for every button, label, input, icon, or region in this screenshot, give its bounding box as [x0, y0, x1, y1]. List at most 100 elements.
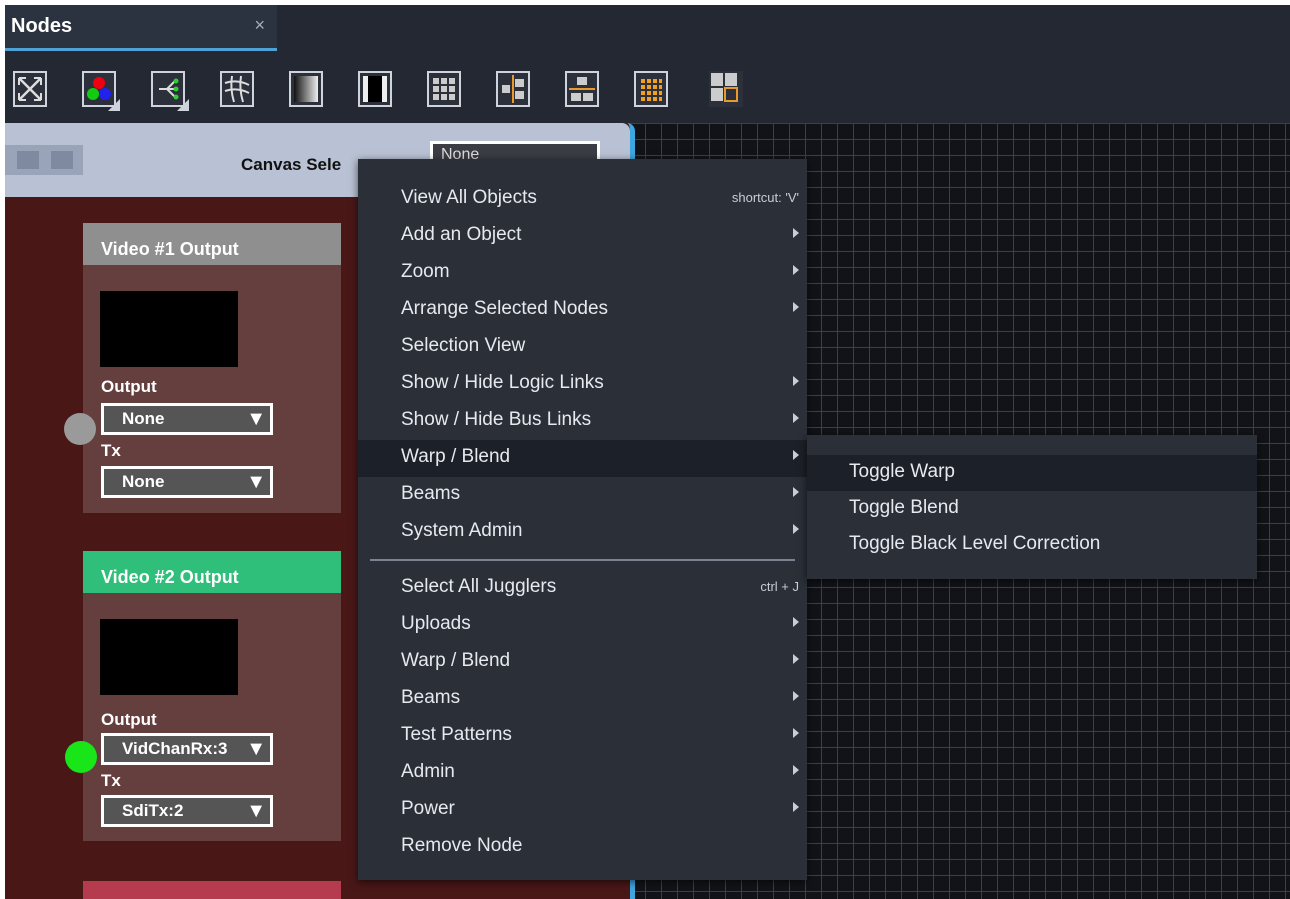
chevron-right-icon [793, 228, 799, 238]
chevron-right-icon [793, 487, 799, 497]
tx-value: SdiTx:2 [122, 801, 184, 820]
warp-blend-submenu: Toggle Warp Toggle Blend Toggle Black Le… [807, 435, 1257, 579]
dropdown-arrow-icon: ▼ [246, 738, 266, 760]
grid-3x3-icon[interactable] [427, 71, 461, 107]
layout-center-icon[interactable] [496, 71, 530, 107]
menu-item-label: Remove Node [401, 835, 523, 856]
menu-item-system-admin[interactable]: System Admin [358, 514, 807, 551]
menu-item-beams[interactable]: Beams [358, 477, 807, 514]
menu-item-zoom[interactable]: Zoom [358, 255, 807, 292]
submenu-item-toggle-blend[interactable]: Toggle Blend [807, 491, 1257, 527]
panel-handle[interactable] [5, 145, 83, 175]
node-title: Video #1 Output [83, 223, 341, 265]
warp-grid-icon[interactable] [220, 71, 254, 107]
menu-item-select-all-jugglers[interactable]: Select All Jugglers ctrl + J [358, 570, 807, 607]
menu-item-label: Uploads [401, 613, 471, 634]
menu-item-shortcut: ctrl + J [760, 579, 799, 594]
video-preview [100, 291, 238, 367]
chevron-right-icon [793, 728, 799, 738]
node-video-3[interactable] [83, 881, 341, 899]
menu-item-label: Warp / Blend [401, 446, 511, 467]
output-label: Output [101, 377, 157, 396]
menu-item-power[interactable]: Power [358, 792, 807, 829]
submenu-item-label: Toggle Black Level Correction [849, 533, 1101, 554]
menu-item-remove-node[interactable]: Remove Node [358, 829, 807, 866]
tx-label: Tx [101, 771, 121, 790]
tab-nodes[interactable]: Nodes × [5, 5, 277, 51]
rgb-color-icon[interactable] [82, 71, 120, 111]
tab-bar: Nodes × [5, 5, 1290, 51]
menu-item-label: Show / Hide Bus Links [401, 409, 592, 430]
tx-dropdown[interactable]: None ▼ [101, 466, 273, 498]
menu-item-add-object[interactable]: Add an Object [358, 218, 807, 255]
menu-item-shortcut: shortcut: 'V' [731, 190, 799, 205]
output-value: None [122, 409, 165, 428]
menu-item-warp-blend-node[interactable]: Warp / Blend [358, 644, 807, 681]
chevron-right-icon [793, 413, 799, 423]
link-tree-icon[interactable] [151, 71, 189, 111]
menu-item-admin[interactable]: Admin [358, 755, 807, 792]
tx-value: None [122, 472, 165, 491]
menu-item-show-hide-logic-links[interactable]: Show / Hide Logic Links [358, 366, 807, 403]
submenu-item-toggle-warp[interactable]: Toggle Warp [807, 455, 1257, 491]
chevron-right-icon [793, 524, 799, 534]
status-dot[interactable] [65, 741, 97, 773]
chevron-right-icon [793, 376, 799, 386]
submenu-item-label: Toggle Blend [849, 497, 959, 518]
menu-item-show-hide-bus-links[interactable]: Show / Hide Bus Links [358, 403, 807, 440]
output-label: Output [101, 710, 157, 729]
menu-item-label: Beams [401, 483, 461, 504]
menu-item-test-patterns[interactable]: Test Patterns [358, 718, 807, 755]
chevron-right-icon [793, 802, 799, 812]
output-value: VidChanRx:3 [122, 739, 228, 758]
dropdown-arrow-icon: ▼ [246, 800, 266, 822]
node-video-2[interactable]: Video #2 Output Output VidChanRx:3 ▼ Tx … [83, 551, 341, 841]
layout-quad-icon[interactable] [709, 71, 743, 107]
grid-orange-icon[interactable] [634, 71, 668, 107]
menu-item-label: Beams [401, 687, 461, 708]
tab-title: Nodes [11, 15, 73, 37]
menu-item-label: Test Patterns [401, 724, 512, 745]
menu-item-label: Power [401, 798, 455, 819]
dropdown-arrow-icon: ▼ [246, 471, 266, 493]
nodes-app: Nodes × Canvas Sele None Video #1 Output… [5, 5, 1290, 899]
menu-item-label: Arrange Selected Nodes [401, 298, 609, 319]
menu-separator [370, 559, 795, 561]
video-preview [100, 619, 238, 695]
menu-item-label: Selection View [401, 335, 526, 356]
fit-view-icon[interactable] [13, 71, 47, 107]
chevron-right-icon [793, 265, 799, 275]
menu-item-label: View All Objects [401, 187, 537, 208]
menu-item-selection-view[interactable]: Selection View [358, 329, 807, 366]
tx-label: Tx [101, 441, 121, 460]
menu-item-label: Zoom [401, 261, 450, 282]
context-menu: View All Objects shortcut: 'V' Add an Ob… [358, 159, 807, 880]
chevron-right-icon [793, 450, 799, 460]
menu-item-label: System Admin [401, 520, 523, 541]
gradient-icon[interactable] [289, 71, 323, 107]
menu-item-label: Add an Object [401, 224, 522, 245]
menu-item-label: Show / Hide Logic Links [401, 372, 604, 393]
menu-item-beams-node[interactable]: Beams [358, 681, 807, 718]
chevron-right-icon [793, 617, 799, 627]
black-level-icon[interactable] [358, 71, 392, 107]
menu-item-warp-blend[interactable]: Warp / Blend [358, 440, 807, 477]
chevron-right-icon [793, 654, 799, 664]
menu-item-label: Admin [401, 761, 455, 782]
submenu-item-toggle-black-level-correction[interactable]: Toggle Black Level Correction [807, 527, 1257, 563]
chevron-right-icon [793, 765, 799, 775]
close-icon[interactable]: × [254, 15, 265, 36]
menu-item-arrange-selected-nodes[interactable]: Arrange Selected Nodes [358, 292, 807, 329]
node-title: Video #2 Output [83, 551, 341, 593]
output-dropdown[interactable]: VidChanRx:3 ▼ [101, 733, 273, 765]
menu-item-label: Warp / Blend [401, 650, 511, 671]
tx-dropdown[interactable]: SdiTx:2 ▼ [101, 795, 273, 827]
menu-item-view-all-objects[interactable]: View All Objects shortcut: 'V' [358, 181, 807, 218]
toolbar [5, 51, 1290, 123]
menu-item-uploads[interactable]: Uploads [358, 607, 807, 644]
status-dot[interactable] [64, 413, 96, 445]
output-dropdown[interactable]: None ▼ [101, 403, 273, 435]
menu-item-label: Select All Jugglers [401, 576, 557, 597]
layout-split-icon[interactable] [565, 71, 599, 107]
node-video-1[interactable]: Video #1 Output Output None ▼ Tx None ▼ [83, 223, 341, 513]
